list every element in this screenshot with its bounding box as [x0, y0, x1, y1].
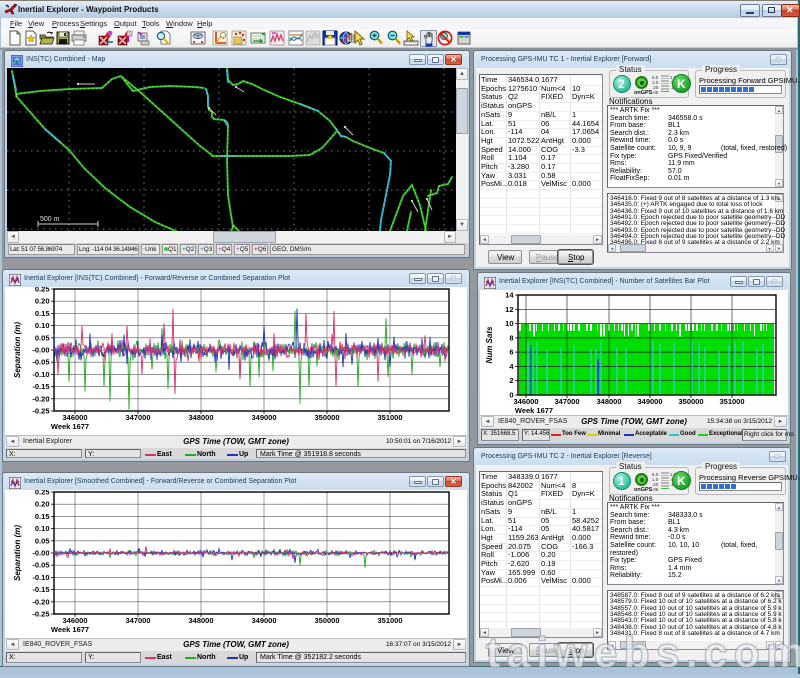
svg-text:500 m: 500 m: [40, 216, 60, 223]
svg-text:0.20: 0.20: [35, 297, 50, 306]
svg-text:12: 12: [505, 305, 513, 314]
svg-text:346000: 346000: [513, 397, 538, 406]
svg-text:350000: 350000: [314, 616, 339, 625]
svg-text:0.15: 0.15: [35, 512, 50, 521]
svg-text:0.15: 0.15: [35, 309, 50, 318]
svg-text:346000: 346000: [62, 413, 87, 422]
svg-text:0.20: 0.20: [35, 500, 50, 509]
svg-text:8: 8: [509, 333, 513, 342]
svg-text:351000: 351000: [377, 616, 402, 625]
svg-text:-0.00: -0.00: [32, 346, 49, 355]
svg-text:0.25: 0.25: [35, 287, 50, 294]
svg-text:-0.20: -0.20: [32, 597, 49, 606]
svg-text:347000: 347000: [125, 413, 150, 422]
svg-text:-0.10: -0.10: [32, 573, 49, 582]
svg-text:0.25: 0.25: [35, 490, 50, 497]
svg-text:-0.10: -0.10: [32, 370, 49, 379]
svg-text:-0.00: -0.00: [32, 549, 49, 558]
svg-text:348000: 348000: [188, 616, 213, 625]
svg-text:346000: 346000: [62, 616, 87, 625]
svg-text:0.10: 0.10: [35, 524, 50, 533]
svg-text:347000: 347000: [125, 616, 150, 625]
svg-text:Week 1677: Week 1677: [515, 406, 553, 415]
svg-text:348000: 348000: [596, 397, 621, 406]
svg-text:14: 14: [505, 291, 514, 300]
svg-text:6: 6: [509, 348, 513, 357]
svg-text:-0.15: -0.15: [32, 585, 49, 594]
svg-text:-0.05: -0.05: [32, 358, 49, 367]
svg-text:347000: 347000: [554, 397, 579, 406]
svg-text:350000: 350000: [314, 413, 339, 422]
svg-text:-0.25: -0.25: [32, 407, 49, 416]
svg-text:350000: 350000: [678, 397, 703, 406]
svg-text:Week 1677: Week 1677: [51, 625, 89, 634]
svg-text:348000: 348000: [188, 413, 213, 422]
svg-text:-0.05: -0.05: [32, 561, 49, 570]
svg-text:0.05: 0.05: [35, 333, 50, 342]
svg-text:-0.25: -0.25: [32, 610, 49, 619]
svg-text:2: 2: [509, 376, 513, 385]
svg-text:349000: 349000: [251, 616, 276, 625]
svg-text:Separation (m): Separation (m): [13, 525, 22, 581]
svg-text:0.10: 0.10: [35, 321, 50, 330]
svg-text:-0.15: -0.15: [32, 382, 49, 391]
svg-text:Separation (m): Separation (m): [13, 322, 22, 378]
svg-text:10: 10: [505, 319, 513, 328]
svg-text:351000: 351000: [377, 413, 402, 422]
svg-text:349000: 349000: [251, 413, 276, 422]
svg-text:Num Sats: Num Sats: [485, 326, 494, 363]
svg-text:0.05: 0.05: [35, 536, 50, 545]
svg-text:Week 1677: Week 1677: [51, 422, 89, 431]
svg-text:349000: 349000: [637, 397, 662, 406]
svg-text:-0.20: -0.20: [32, 394, 49, 403]
svg-text:351000: 351000: [719, 397, 744, 406]
